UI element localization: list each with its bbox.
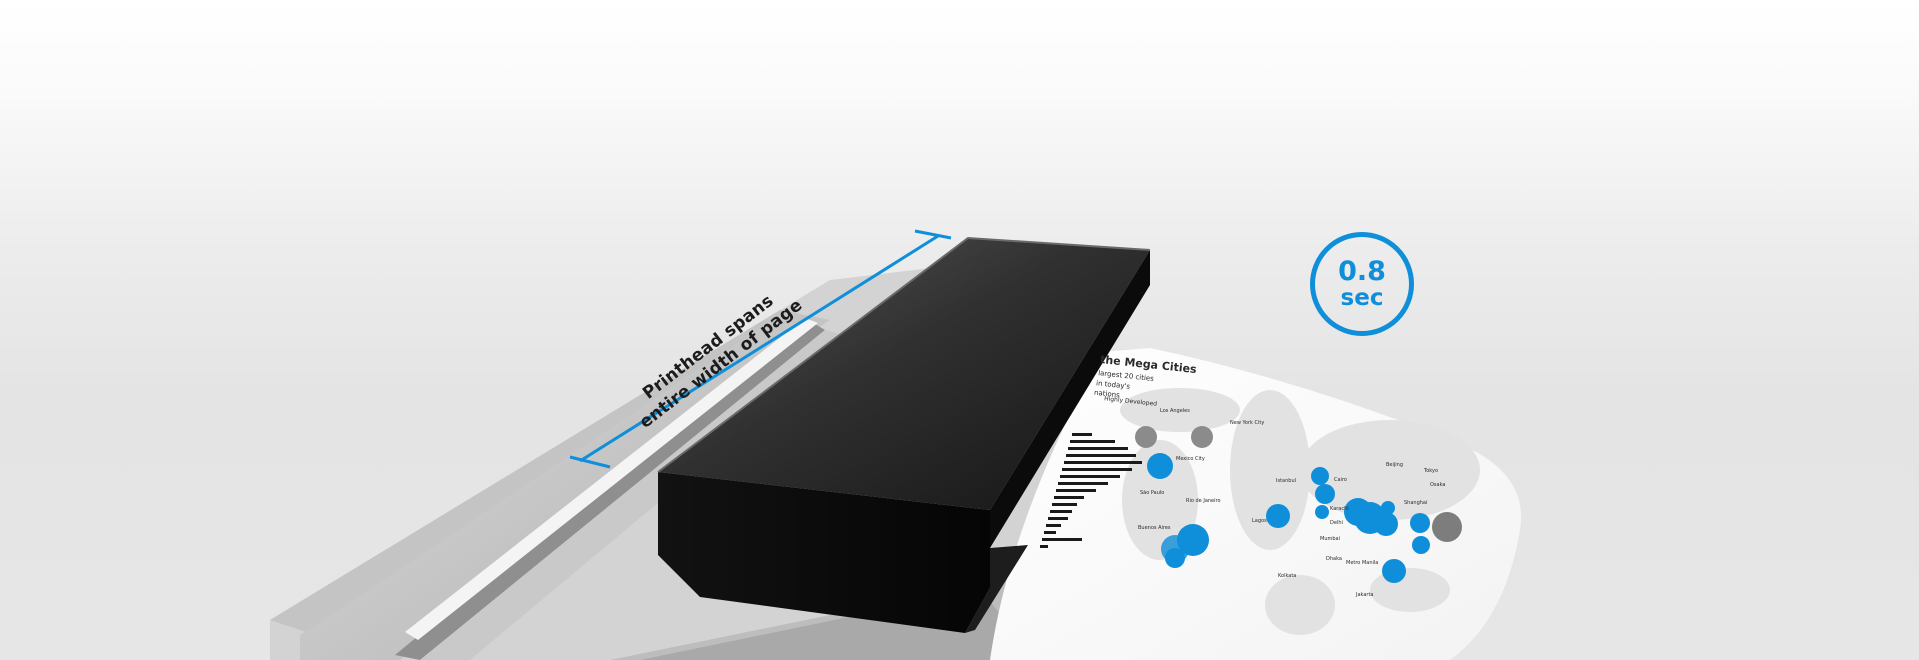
badge-unit: sec	[1340, 284, 1384, 311]
city-label: Rio de Janeiro	[1186, 498, 1221, 504]
city-label: Beijing	[1386, 462, 1404, 468]
city-label: Dhaka	[1326, 556, 1342, 562]
city-label: Tokyo	[1424, 468, 1438, 474]
city-label: New York City	[1230, 420, 1265, 426]
city-label: Mumbai	[1320, 536, 1340, 542]
city-label: Kolkata	[1278, 573, 1297, 579]
badge-value: 0.8	[1338, 255, 1386, 287]
printer-illustration	[270, 229, 1522, 660]
city-label: São Paulo	[1140, 490, 1165, 496]
city-label: Istanbul	[1276, 478, 1297, 484]
city-label: Los Angeles	[1160, 408, 1190, 414]
city-label: Buenos Aires	[1138, 525, 1171, 531]
city-label: Delhi	[1330, 520, 1343, 526]
city-label: Lagos	[1252, 518, 1267, 524]
city-label: Osaka	[1430, 482, 1446, 488]
city-label: Shanghai	[1404, 500, 1428, 506]
city-label: Mexico City	[1176, 456, 1205, 462]
city-label: Metro Manila	[1346, 560, 1379, 566]
city-label: Cairo	[1334, 477, 1347, 483]
print-time-badge: 0.8 sec	[1310, 232, 1414, 336]
city-label: Jakarta	[1356, 592, 1374, 598]
city-label: Karachi	[1330, 506, 1349, 512]
